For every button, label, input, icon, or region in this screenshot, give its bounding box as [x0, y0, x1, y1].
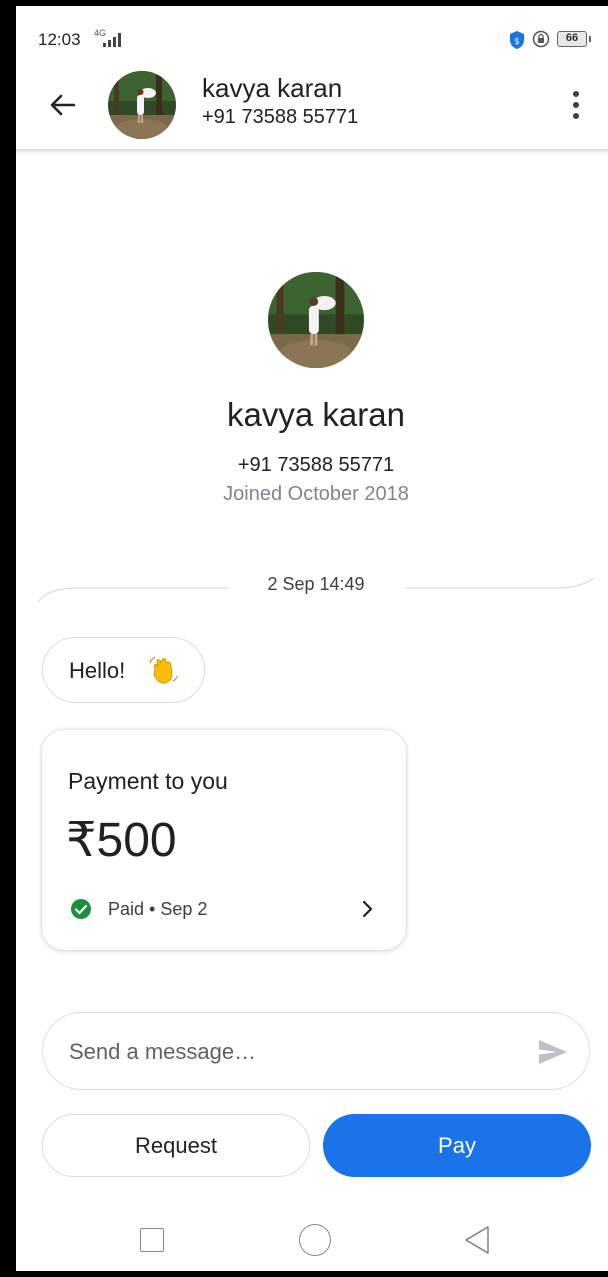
chat-header: kavya karan +91 73588 55771	[16, 66, 608, 150]
vpn-icon	[532, 30, 550, 48]
message-bubble[interactable]: Hello!	[42, 637, 205, 703]
status-bar: 12:03 4G $ 66	[16, 6, 608, 66]
signal-icon	[103, 33, 121, 47]
chevron-right-icon[interactable]	[356, 898, 378, 920]
date-label: 2 Sep 14:49	[267, 574, 365, 594]
battery-tip	[589, 36, 591, 42]
nav-back-icon[interactable]	[462, 1224, 492, 1256]
profile-avatar-photo	[268, 272, 364, 368]
contact-phone: +91 73588 55771	[202, 106, 359, 128]
back-arrow-icon[interactable]	[46, 88, 80, 122]
more-vert-icon[interactable]	[564, 86, 588, 126]
payment-title: Payment to you	[68, 768, 228, 794]
payment-card[interactable]: Payment to you ₹500 Paid • Sep 2	[42, 730, 406, 950]
avatar[interactable]	[108, 71, 176, 139]
profile-joined-date: Joined October 2018	[223, 483, 409, 505]
check-circle-icon	[71, 899, 91, 919]
send-icon[interactable]	[537, 1037, 569, 1067]
message-text: Hello!	[69, 658, 126, 683]
shield-icon: $	[510, 31, 524, 49]
screen: 12:03 4G $ 66 kavya karan +91 73588 5577…	[16, 6, 608, 1271]
profile-name: kavya karan	[227, 396, 405, 433]
message-input[interactable]	[69, 1035, 509, 1069]
payment-amount: ₹500	[66, 814, 177, 867]
pay-button[interactable]: Pay	[323, 1114, 591, 1177]
message-composer	[42, 1012, 590, 1090]
request-button[interactable]: Request	[42, 1114, 310, 1177]
profile-phone: +91 73588 55771	[237, 454, 395, 476]
waving-hand-icon	[149, 656, 178, 684]
svg-text:$: $	[514, 37, 520, 47]
nav-recents-icon[interactable]	[140, 1228, 164, 1252]
contact-name: kavya karan	[202, 73, 343, 103]
profile-avatar[interactable]	[268, 272, 364, 368]
nav-home-icon[interactable]	[299, 1224, 331, 1256]
payment-status: Paid • Sep 2	[108, 899, 208, 919]
battery-indicator: 66	[557, 31, 587, 47]
avatar-photo	[108, 71, 176, 139]
status-time: 12:03	[38, 30, 81, 49]
